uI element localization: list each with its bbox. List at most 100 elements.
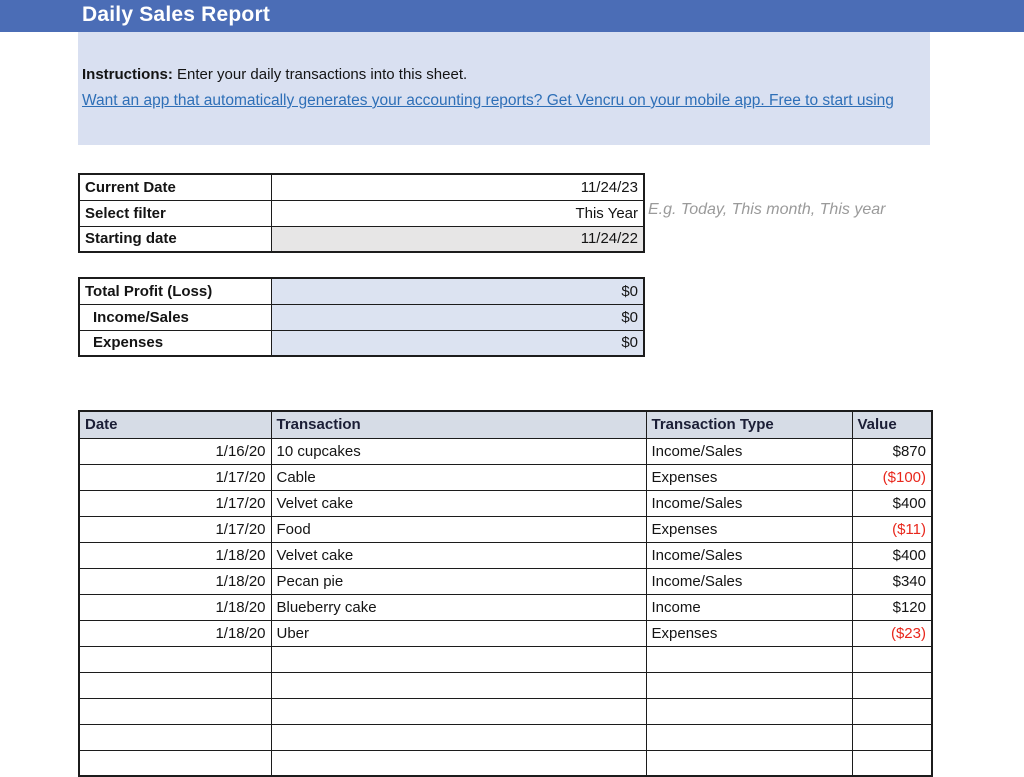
filter-row: Starting date11/24/22 — [79, 226, 644, 252]
date-cell-empty[interactable] — [79, 646, 271, 672]
transaction-type-cell[interactable]: Expenses — [646, 620, 852, 646]
filter-row: Current Date11/24/23 — [79, 174, 644, 200]
transaction-type-cell-empty[interactable] — [646, 672, 852, 698]
value-cell-empty[interactable] — [852, 672, 932, 698]
transaction-cell[interactable]: Uber — [271, 620, 646, 646]
page-title: Daily Sales Report — [0, 0, 1024, 27]
filter-value-cell[interactable]: This Year — [271, 200, 644, 226]
totals-label-cell: Total Profit (Loss) — [79, 278, 271, 304]
totals-label-cell: Income/Sales — [79, 304, 271, 330]
transaction-row: 1/18/20Pecan pieIncome/Sales$340 — [79, 568, 932, 594]
transaction-row: 1/18/20Blueberry cakeIncome$120 — [79, 594, 932, 620]
totals-row: Total Profit (Loss)$0 — [79, 278, 644, 304]
transaction-cell-empty[interactable] — [271, 672, 646, 698]
value-cell[interactable]: ($100) — [852, 464, 932, 490]
filter-label-cell: Select filter — [79, 200, 271, 226]
filter-value-cell[interactable]: 11/24/22 — [271, 226, 644, 252]
value-cell-empty[interactable] — [852, 724, 932, 750]
transaction-cell-empty[interactable] — [271, 646, 646, 672]
transaction-type-cell[interactable]: Expenses — [646, 464, 852, 490]
title-bar: Daily Sales Report — [0, 0, 1024, 32]
filter-label-cell: Current Date — [79, 174, 271, 200]
value-cell[interactable]: $870 — [852, 438, 932, 464]
totals-table: Total Profit (Loss)$0Income/Sales$0Expen… — [78, 277, 645, 357]
column-header-date: Date — [79, 411, 271, 438]
transaction-cell[interactable]: Blueberry cake — [271, 594, 646, 620]
transaction-row-empty — [79, 750, 932, 776]
transaction-row: 1/18/20Velvet cakeIncome/Sales$400 — [79, 542, 932, 568]
totals-value-cell[interactable]: $0 — [271, 330, 644, 356]
transaction-type-cell-empty[interactable] — [646, 724, 852, 750]
transaction-cell-empty[interactable] — [271, 698, 646, 724]
date-cell-empty[interactable] — [79, 724, 271, 750]
transaction-type-cell[interactable]: Income/Sales — [646, 490, 852, 516]
date-cell[interactable]: 1/18/20 — [79, 594, 271, 620]
date-cell[interactable]: 1/18/20 — [79, 620, 271, 646]
value-cell[interactable]: $400 — [852, 542, 932, 568]
date-cell-empty[interactable] — [79, 698, 271, 724]
transaction-row-empty — [79, 724, 932, 750]
link-line: Want an app that automatically generates… — [82, 88, 924, 114]
totals-row: Income/Sales$0 — [79, 304, 644, 330]
date-cell[interactable]: 1/17/20 — [79, 516, 271, 542]
transaction-type-cell[interactable]: Income — [646, 594, 852, 620]
date-cell[interactable]: 1/18/20 — [79, 542, 271, 568]
filter-label-cell: Starting date — [79, 226, 271, 252]
date-cell[interactable]: 1/18/20 — [79, 568, 271, 594]
column-header-transaction: Transaction — [271, 411, 646, 438]
transaction-row: 1/17/20CableExpenses($100) — [79, 464, 932, 490]
transaction-row: 1/18/20UberExpenses($23) — [79, 620, 932, 646]
transactions-header-row: DateTransactionTransaction TypeValue — [79, 411, 932, 438]
value-cell[interactable]: ($23) — [852, 620, 932, 646]
filter-hint-text: E.g. Today, This month, This year — [648, 201, 885, 219]
value-cell[interactable]: ($11) — [852, 516, 932, 542]
date-cell[interactable]: 1/17/20 — [79, 490, 271, 516]
filter-table: Current Date11/24/23Select filterThis Ye… — [78, 173, 645, 253]
transaction-cell[interactable]: Velvet cake — [271, 542, 646, 568]
transaction-row-empty — [79, 646, 932, 672]
transaction-cell[interactable]: Velvet cake — [271, 490, 646, 516]
date-cell-empty[interactable] — [79, 672, 271, 698]
transaction-type-cell[interactable]: Income/Sales — [646, 438, 852, 464]
vencru-app-link[interactable]: Want an app that automatically generates… — [82, 92, 894, 109]
transaction-row: 1/17/20FoodExpenses($11) — [79, 516, 932, 542]
value-cell[interactable]: $340 — [852, 568, 932, 594]
totals-value-cell[interactable]: $0 — [271, 304, 644, 330]
instructions-line: Instructions: Enter your daily transacti… — [82, 62, 924, 88]
value-cell[interactable]: $120 — [852, 594, 932, 620]
transaction-type-cell-empty[interactable] — [646, 646, 852, 672]
instructions-text: Enter your daily transactions into this … — [173, 66, 467, 83]
transaction-row-empty — [79, 672, 932, 698]
transaction-cell[interactable]: Pecan pie — [271, 568, 646, 594]
date-cell[interactable]: 1/16/20 — [79, 438, 271, 464]
transaction-cell[interactable]: 10 cupcakes — [271, 438, 646, 464]
transaction-cell-empty[interactable] — [271, 724, 646, 750]
transaction-type-cell[interactable]: Expenses — [646, 516, 852, 542]
totals-value-cell[interactable]: $0 — [271, 278, 644, 304]
value-cell-empty[interactable] — [852, 750, 932, 776]
transactions-table: DateTransactionTransaction TypeValue 1/1… — [78, 410, 933, 777]
value-cell-empty[interactable] — [852, 698, 932, 724]
totals-row: Expenses$0 — [79, 330, 644, 356]
transaction-row-empty — [79, 698, 932, 724]
filter-row: Select filterThis Year — [79, 200, 644, 226]
instructions-label: Instructions: — [82, 66, 173, 83]
transaction-type-cell[interactable]: Income/Sales — [646, 568, 852, 594]
date-cell[interactable]: 1/17/20 — [79, 464, 271, 490]
value-cell[interactable]: $400 — [852, 490, 932, 516]
transaction-cell[interactable]: Cable — [271, 464, 646, 490]
filter-value-cell[interactable]: 11/24/23 — [271, 174, 644, 200]
value-cell-empty[interactable] — [852, 646, 932, 672]
transaction-type-cell[interactable]: Income/Sales — [646, 542, 852, 568]
transaction-type-cell-empty[interactable] — [646, 698, 852, 724]
date-cell-empty[interactable] — [79, 750, 271, 776]
transaction-cell-empty[interactable] — [271, 750, 646, 776]
column-header-value: Value — [852, 411, 932, 438]
transaction-row: 1/17/20Velvet cakeIncome/Sales$400 — [79, 490, 932, 516]
instructions-box: Instructions: Enter your daily transacti… — [78, 32, 930, 145]
column-header-transaction-type: Transaction Type — [646, 411, 852, 438]
transaction-row: 1/16/2010 cupcakesIncome/Sales$870 — [79, 438, 932, 464]
transaction-cell[interactable]: Food — [271, 516, 646, 542]
transaction-type-cell-empty[interactable] — [646, 750, 852, 776]
totals-label-cell: Expenses — [79, 330, 271, 356]
